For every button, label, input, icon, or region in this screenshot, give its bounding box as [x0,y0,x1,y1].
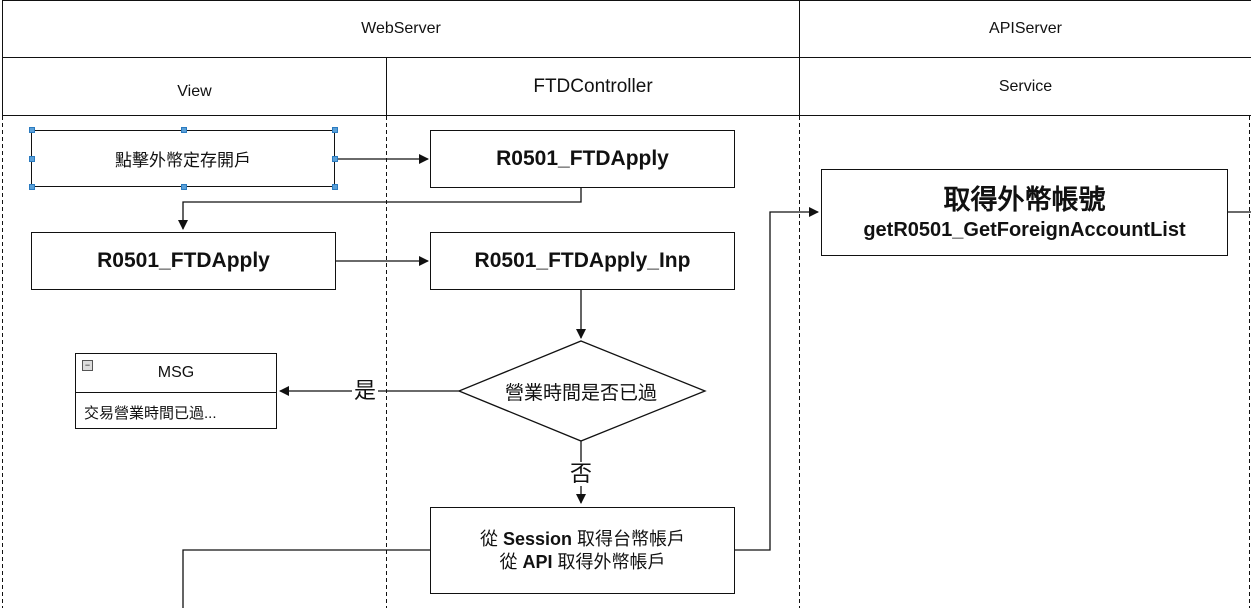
selection-handle[interactable] [181,127,187,133]
msg-box[interactable]: − MSG 交易營業時間已過... [75,353,277,429]
get-foreign-account-title: 取得外幣帳號 [943,184,1106,215]
edge-session-to-service [734,207,819,551]
msg-title: MSG [157,364,195,381]
collapse-icon[interactable]: − [82,360,93,371]
selection-handle[interactable] [181,184,187,190]
edge-session-to-view [182,549,430,608]
text-bold: Session [502,528,573,549]
text-bold: API [522,551,553,572]
get-foreign-account-func: getR0501_GetForeignAccountList [863,218,1186,241]
selection-handle[interactable] [332,184,338,190]
node-ftdapply-view[interactable]: R0501_FTDApply [31,232,336,290]
decision-business-hours[interactable]: 營業時間是否已過 [480,378,682,404]
text: 從 [479,528,503,549]
msg-title-bar: − MSG [76,354,276,393]
selection-handle[interactable] [29,184,35,190]
edge-label-no: 否 [568,461,595,486]
msg-body: 交易營業時間已過... [84,405,217,422]
selection-handle[interactable] [332,156,338,162]
selection-handle[interactable] [29,127,35,133]
edge-label-yes: 是 [352,378,379,403]
node-ftdapply-inp[interactable]: R0501_FTDApply_Inp [430,232,735,290]
selection-handle[interactable] [332,127,338,133]
node-click-open-fx-deposit[interactable]: 點擊外幣定存開戶 [31,130,335,187]
text: 取得外幣帳戶 [552,551,666,572]
get-accounts-line1: 從 Session 取得台幣帳戶 [480,528,685,551]
selection-handle[interactable] [29,156,35,162]
node-ftdapply-controller[interactable]: R0501_FTDApply [430,130,735,188]
flowchart-canvas: WebServer APIServer View FTDController S… [0,0,1251,608]
edge-ftdapply-to-view [178,188,582,230]
get-accounts-line2: 從 API 取得外幣帳戶 [499,551,665,574]
node-get-foreign-account[interactable]: 取得外幣帳號 getR0501_GetForeignAccountList [821,169,1228,256]
text: 從 [499,551,523,572]
text: 取得台幣帳戶 [572,528,686,549]
node-get-accounts[interactable]: 從 Session 取得台幣帳戶 從 API 取得外幣帳戶 [430,507,735,594]
